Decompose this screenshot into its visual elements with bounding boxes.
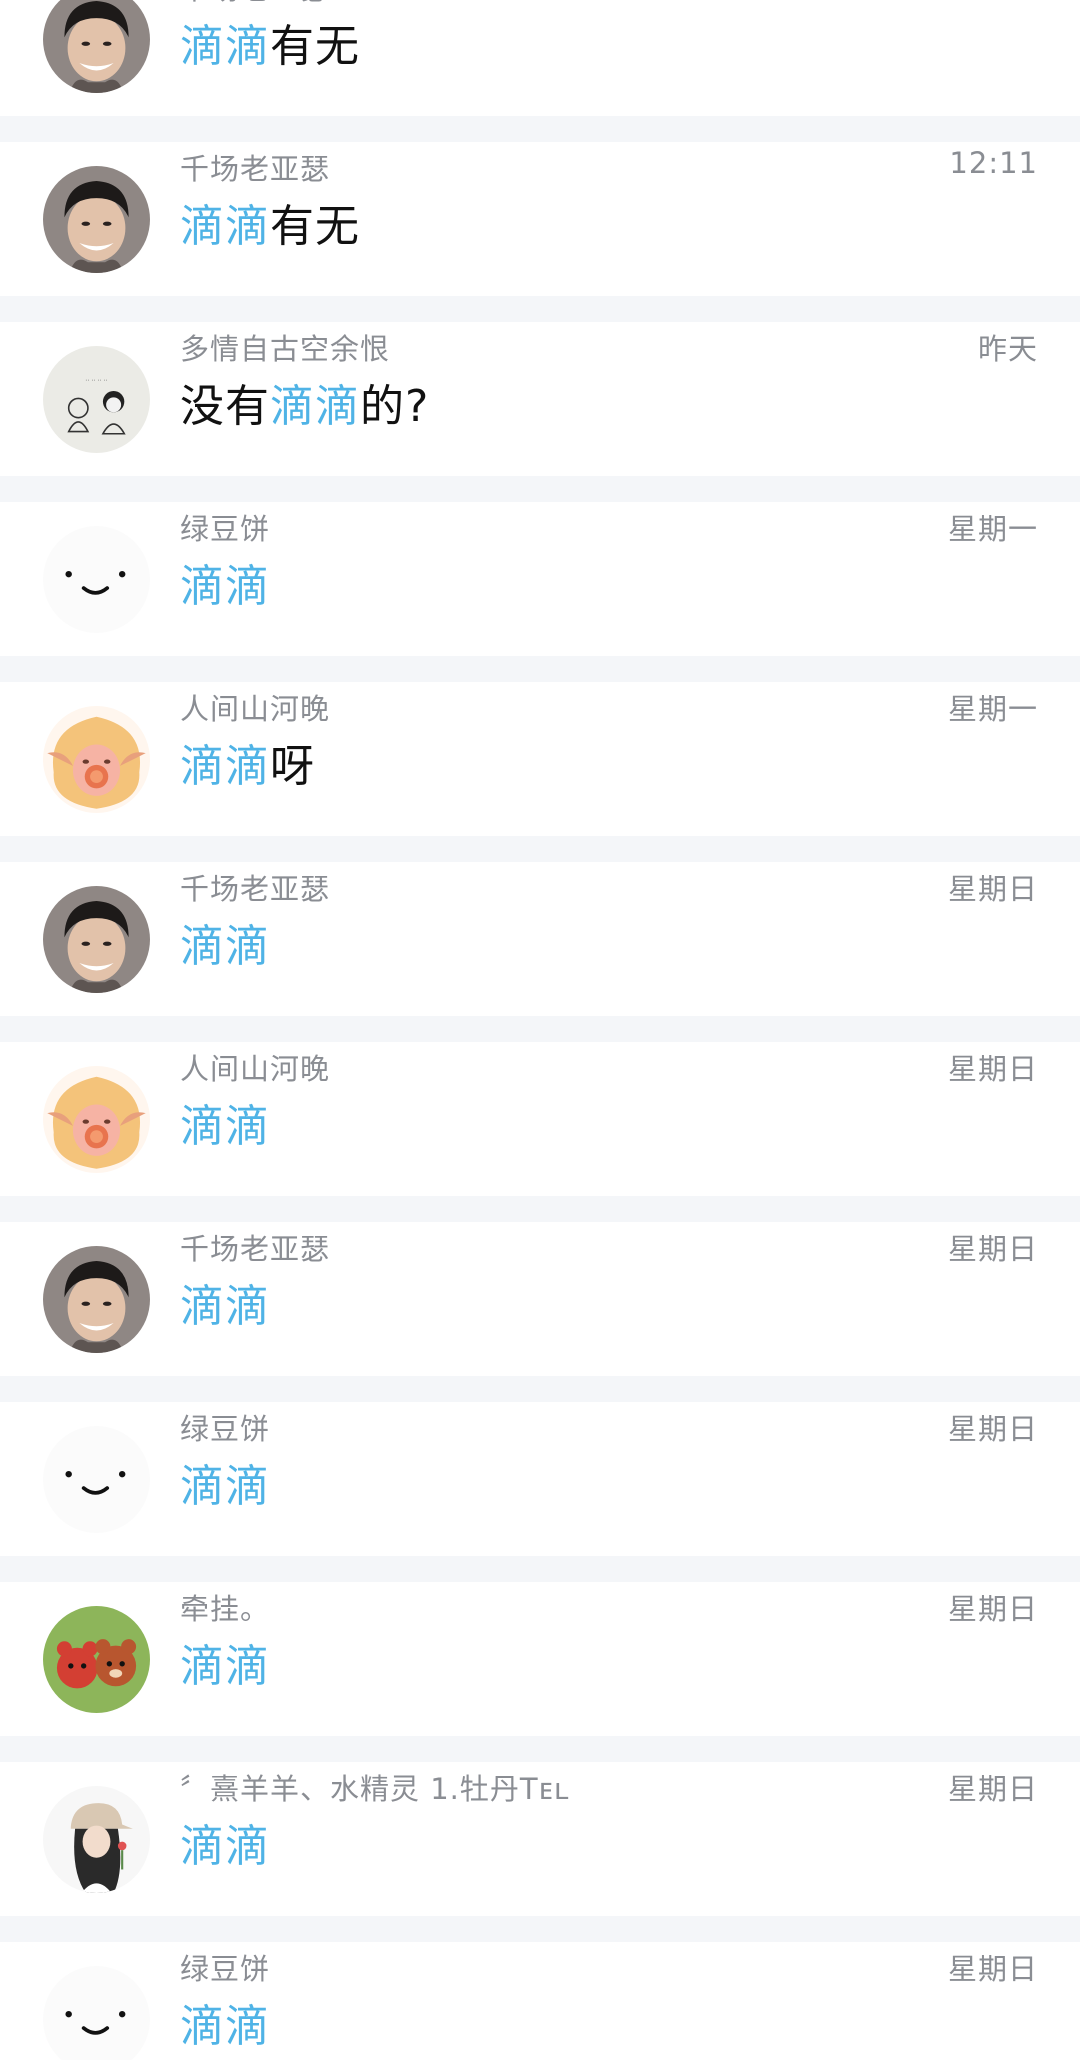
- keyword-highlight: 滴滴: [180, 1821, 270, 1872]
- message-preview: 滴滴呀: [180, 730, 315, 794]
- keyword-highlight: 滴滴: [270, 381, 360, 432]
- message-time: 星期日: [947, 1232, 1038, 1266]
- message-preview: 没有滴滴的?: [180, 370, 429, 434]
- sender-name: 牵挂。: [180, 1592, 271, 1626]
- message-text: 没有: [180, 381, 270, 432]
- avatar[interactable]: [43, 1246, 150, 1353]
- avatar[interactable]: [43, 706, 150, 813]
- sender-name: 千场老亚瑟: [180, 872, 331, 906]
- message-preview: 滴滴: [180, 1450, 270, 1514]
- message-time: 星期日: [947, 1592, 1038, 1626]
- search-result-item[interactable]: 牵挂。 星期日滴滴: [0, 1582, 1080, 1736]
- message-preview: 滴滴: [180, 910, 270, 974]
- message-time: 星期日: [947, 872, 1038, 906]
- keyword-highlight: 滴滴: [180, 2001, 270, 2052]
- message-time: 星期日: [947, 1412, 1038, 1446]
- sender-name: 千场老亚瑟: [180, 0, 330, 8]
- sender-name: 绿豆饼: [180, 512, 271, 546]
- message-preview: 滴滴有无: [180, 190, 360, 254]
- message-text: 的?: [360, 381, 430, 432]
- search-result-item[interactable]: 绿豆饼 星期日滴滴: [0, 1942, 1080, 2060]
- message-time: 星期日: [947, 1952, 1038, 1986]
- sender-name: 千场老亚瑟: [180, 1232, 331, 1266]
- search-result-item[interactable]: 绿豆饼 星期日滴滴: [0, 1402, 1080, 1556]
- search-result-item[interactable]: 千场老亚瑟17:35滴滴有无: [0, 0, 1080, 116]
- message-preview: 滴滴: [180, 1270, 270, 1334]
- sender-name: 千场老亚瑟: [180, 152, 331, 186]
- keyword-highlight: 滴滴: [180, 21, 270, 72]
- sender-name: 多情自古空余恨: [180, 332, 391, 366]
- search-result-item[interactable]: 绿豆饼 星期一滴滴: [0, 502, 1080, 656]
- search-result-item[interactable]: 〞熹羊羊、水精灵 1.牡丹Tᴇʟ 星期日滴滴: [0, 1762, 1080, 1916]
- avatar[interactable]: [43, 1066, 150, 1173]
- avatar[interactable]: [43, 166, 150, 273]
- message-preview: 滴滴: [180, 1990, 270, 2054]
- keyword-highlight: 滴滴: [180, 1641, 270, 1692]
- sender-name: 人间山河晚: [180, 1052, 331, 1086]
- sender-name: 人间山河晚: [180, 692, 331, 726]
- avatar[interactable]: [43, 1606, 150, 1713]
- sender-name: 〞熹羊羊、水精灵 1.牡丹Tᴇʟ: [180, 1772, 570, 1806]
- svg-text:·· ·· ·· ··: ·· ·· ·· ··: [85, 376, 107, 384]
- message-time: 12:11: [949, 146, 1038, 180]
- sender-name: 绿豆饼: [180, 1412, 271, 1446]
- search-result-item[interactable]: 千场老亚瑟 12:11 滴滴有无: [0, 142, 1080, 296]
- message-time: 昨天: [977, 332, 1038, 366]
- search-result-item[interactable]: ·· ·· ·· ·· 多情自古空余恨 昨天没有滴滴的?: [0, 322, 1080, 476]
- keyword-highlight: 滴滴: [180, 1101, 270, 1152]
- search-result-list: 千场老亚瑟17:35滴滴有无千场老亚瑟12:11滴滴有无·· ·· ·· ··多…: [0, 0, 1080, 2060]
- avatar[interactable]: [43, 1426, 150, 1533]
- avatar[interactable]: [43, 526, 150, 633]
- avatar[interactable]: ·· ·· ·· ··: [43, 346, 150, 453]
- search-result-item[interactable]: 人间山河晚 星期日滴滴: [0, 1042, 1080, 1196]
- keyword-highlight: 滴滴: [180, 201, 270, 252]
- avatar[interactable]: [43, 1966, 150, 2060]
- search-result-item[interactable]: 千场老亚瑟 星期日滴滴: [0, 1222, 1080, 1376]
- keyword-highlight: 滴滴: [180, 1281, 270, 1332]
- keyword-highlight: 滴滴: [180, 1461, 270, 1512]
- message-text: 有无: [270, 201, 360, 252]
- message-preview: 滴滴有无: [180, 10, 360, 74]
- message-time: 星期一: [947, 512, 1038, 546]
- message-text: 有无: [270, 21, 360, 72]
- message-time: 星期一: [947, 692, 1038, 726]
- message-preview: 滴滴: [180, 550, 270, 614]
- keyword-highlight: 滴滴: [180, 561, 270, 612]
- message-time: 星期日: [947, 1052, 1038, 1086]
- message-text: 呀: [270, 741, 315, 792]
- message-preview: 滴滴: [180, 1630, 270, 1694]
- message-preview: 滴滴: [180, 1090, 270, 1154]
- keyword-highlight: 滴滴: [180, 741, 270, 792]
- search-result-item[interactable]: 人间山河晚 星期一滴滴呀: [0, 682, 1080, 836]
- avatar[interactable]: [43, 0, 150, 93]
- sender-name: 绿豆饼: [180, 1952, 271, 1986]
- avatar[interactable]: [43, 1786, 150, 1893]
- search-result-item[interactable]: 千场老亚瑟 星期日滴滴: [0, 862, 1080, 1016]
- keyword-highlight: 滴滴: [180, 921, 270, 972]
- message-time: 星期日: [947, 1772, 1038, 1806]
- avatar[interactable]: [43, 886, 150, 993]
- message-preview: 滴滴: [180, 1810, 270, 1874]
